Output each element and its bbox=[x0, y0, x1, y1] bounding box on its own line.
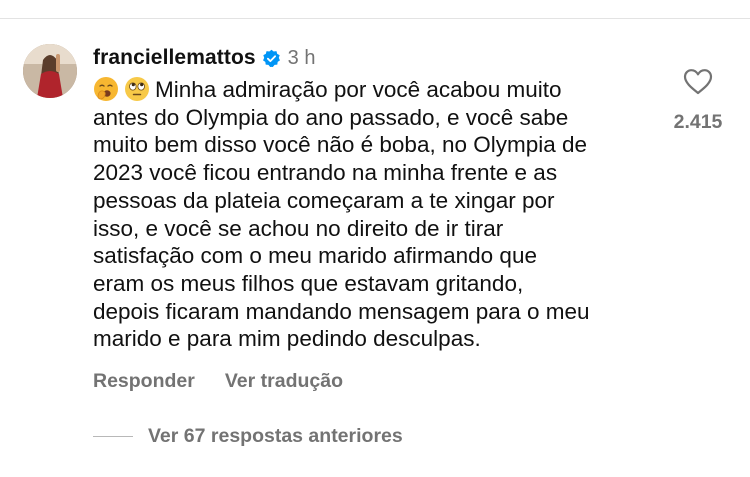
comment-line: marido e para mim pedindo desculpas. bbox=[93, 326, 481, 352]
view-replies[interactable]: Ver 67 respostas anteriores bbox=[93, 425, 403, 448]
comment-line: satisfação com o meu marido afirmando qu… bbox=[93, 243, 537, 269]
avatar-photo bbox=[23, 44, 77, 98]
comment-line: eram os meus filhos que estavam gritando… bbox=[93, 270, 524, 296]
comment-line: Minha admiração por você acabou muito bbox=[93, 76, 663, 104]
like-area: 2.415 bbox=[668, 68, 728, 134]
comment-line: muito bem disso você não é boba, no Olym… bbox=[93, 132, 588, 158]
username[interactable]: franciellemattos bbox=[93, 46, 256, 70]
heart-icon[interactable] bbox=[683, 68, 713, 95]
top-divider bbox=[0, 18, 750, 19]
comment-line: pessoas da plateia começaram a te xingar… bbox=[93, 187, 555, 213]
comment-text: Minha admiração por você acabou muito an… bbox=[93, 76, 663, 353]
replies-divider bbox=[93, 436, 133, 437]
comment-time: 3 h bbox=[287, 46, 316, 69]
see-translation-button[interactable]: Ver tradução bbox=[225, 370, 343, 393]
verified-badge-icon bbox=[262, 49, 281, 68]
face-with-rolling-eyes-icon bbox=[124, 76, 150, 102]
reply-button[interactable]: Responder bbox=[93, 370, 195, 393]
yawning-face-icon bbox=[93, 76, 119, 102]
comment-line: depois ficaram mandando mensagem para o … bbox=[93, 298, 590, 324]
comment-actions: Responder Ver tradução bbox=[93, 370, 663, 393]
comment-line: isso, e você se achou no direito de ir t… bbox=[93, 215, 504, 241]
comment-header: franciellemattos 3 h bbox=[93, 42, 663, 74]
comment-line: 2023 você ficou entrando na minha frente… bbox=[93, 160, 558, 186]
comment: franciellemattos 3 h Minha admiração por… bbox=[93, 42, 663, 393]
comment-line-text: Minha admiração por você acabou muito bbox=[155, 77, 562, 102]
comment-line: antes do Olympia do ano passado, e você … bbox=[93, 104, 569, 130]
view-replies-button[interactable]: Ver 67 respostas anteriores bbox=[148, 425, 403, 448]
like-count: 2.415 bbox=[673, 111, 723, 133]
avatar[interactable] bbox=[23, 44, 77, 98]
